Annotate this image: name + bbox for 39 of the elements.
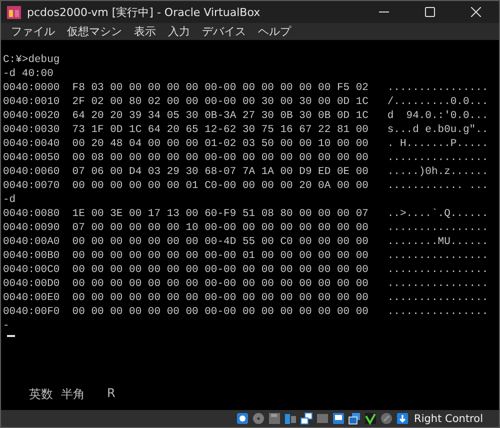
terminal-line: -d — [3, 193, 16, 207]
terminal-line: C:¥>debug — [3, 53, 60, 67]
text-cursor — [7, 335, 15, 337]
terminal-line: 0040:0020 64 20 20 39 34 05 30 0B-3A 27 30 0B 30 0B 0D 1C d 94.0.:'0.0... — [3, 109, 488, 123]
terminal-line: 0040:00D0 00 00 00 00 00 00 00 00-00 00 00 00 00 00 00 00 ................ — [3, 277, 488, 291]
terminal-line: 0040:00C0 00 00 00 00 00 00 00 00-00 00 00 00 00 00 00 00 ................ — [3, 263, 488, 277]
app-icon — [7, 6, 21, 18]
maximize-icon — [425, 7, 435, 17]
windows-icon[interactable] — [348, 412, 362, 425]
menu-item[interactable]: デバイス — [196, 24, 252, 39]
ime-status: 半角 — [61, 386, 85, 403]
network-icon[interactable] — [300, 412, 314, 425]
terminal-line: 0040:00E0 00 00 00 00 00 00 00 00-00 00 00 00 00 00 00 00 ................ — [3, 291, 488, 305]
floppy-icon[interactable] — [268, 412, 282, 425]
menu-item[interactable]: 入力 — [162, 24, 196, 39]
terminal-line: 0040:0040 00 20 48 04 00 00 00 01-02 03 50 00 00 10 00 00 . H.......P..... — [3, 137, 488, 151]
host-key-label: Right Control — [414, 412, 483, 424]
display-icon[interactable] — [332, 412, 346, 425]
terminal-line: 0040:0050 00 08 00 00 00 00 00 00-00 00 00 00 00 00 00 00 ................ — [3, 151, 488, 165]
terminal-line: 0040:0090 07 00 00 00 00 00 10 00-00 00 00 00 00 00 00 00 ................ — [3, 221, 488, 235]
menu-item[interactable]: ヘルプ — [252, 24, 297, 39]
menu-item[interactable]: ファイル — [5, 24, 61, 39]
terminal-line: 0040:0070 00 00 00 00 00 00 01 C0-00 00 00 00 20 0A 00 00 ............ ... — [3, 179, 488, 193]
ime-status: R — [107, 386, 116, 402]
terminal-line: -d 40:00 — [3, 67, 54, 81]
terminal-line: 0040:00F0 00 00 00 00 00 00 00 00-00 00 00 00 00 00 00 00 ................ — [3, 305, 488, 319]
terminal-line: 0040:0080 1E 00 3E 00 17 13 00 60-F9 51 08 80 00 00 00 07 ..>....`.Q...... — [3, 207, 488, 221]
window-title: pcdos2000-vm [実行中] - Oracle VirtualBox — [27, 4, 262, 20]
terminal-line: 0040:0010 2F 02 00 80 02 00 00 00-00 00 30 00 30 00 0D 1C /.........0.0... — [3, 95, 488, 109]
terminal-line: 0040:00A0 00 00 00 00 00 00 00 00-4D 55 00 C0 00 00 00 00 ........MU...... — [3, 235, 488, 249]
terminal-line: 0040:0000 F8 03 00 00 00 00 00 00-00 00 00 00 00 00 F5 02 ................ — [3, 81, 488, 95]
terminal-line: - — [3, 319, 10, 333]
terminal-line: 0040:0030 73 1F 0D 1C 64 20 65 12-62 30 75 16 67 22 81 00 s...d e.b0u.g".. — [3, 123, 488, 137]
terminal-line: 0040:0060 07 06 00 D4 03 29 30 68-07 7A 1A 00 D9 ED 0E 00 .....)0h.z...... — [3, 165, 488, 179]
close-icon — [471, 7, 481, 17]
menu-item[interactable]: 仮想マシン — [61, 24, 128, 39]
menu-item[interactable]: 表示 — [128, 24, 162, 39]
terminal-line: 0040:00B0 00 00 00 00 00 00 00 00-00 01 00 00 00 00 00 00 ................ — [3, 249, 488, 263]
ime-status: 英数 — [29, 386, 53, 403]
